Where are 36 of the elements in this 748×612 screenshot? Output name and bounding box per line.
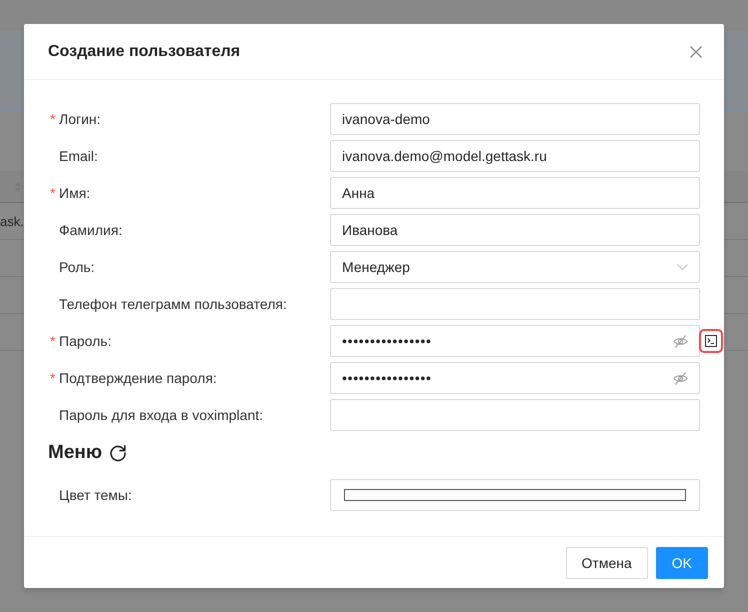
close-button[interactable] — [689, 44, 703, 58]
required-mark: * — [50, 112, 56, 126]
text-input[interactable]: ivanova-demo — [330, 103, 700, 135]
text-input[interactable] — [330, 288, 700, 320]
field-label: Подтверждение пароля: — [59, 370, 217, 386]
swatch-picker-field[interactable] — [330, 479, 700, 511]
text-input[interactable] — [330, 399, 700, 431]
dialog-title: Создание пользователя — [48, 42, 240, 60]
refresh-icon[interactable] — [109, 444, 128, 462]
field-label: Имя: — [59, 185, 90, 201]
footer-button[interactable]: Отмена — [566, 547, 648, 579]
required-mark: * — [50, 334, 56, 348]
terminal-icon — [705, 335, 717, 347]
text-input[interactable]: ivanova.demo@model.gettask.ru — [330, 140, 700, 172]
field-label: Логин: — [59, 111, 101, 127]
field-label: Пароль для входа в voximplant: — [59, 407, 264, 423]
select-field[interactable]: Менеджер — [330, 251, 700, 283]
required-mark: * — [50, 371, 56, 385]
field-label: Email: — [59, 148, 98, 164]
required-mark: * — [50, 186, 56, 200]
table-cell: ask. — [0, 214, 24, 228]
eye-slash-icon[interactable] — [673, 372, 688, 384]
field-label: Пароль: — [59, 333, 112, 349]
terminal-button[interactable] — [699, 329, 723, 353]
caret-icon — [677, 264, 688, 270]
field-label: Фамилия: — [59, 222, 122, 238]
password-input[interactable]: •••••••••••••••• — [330, 362, 700, 394]
close-icon — [690, 46, 702, 58]
eye-slash-icon[interactable] — [673, 334, 688, 348]
field-label: Цвет темы: — [59, 487, 132, 503]
text-input[interactable]: Анна — [330, 177, 700, 209]
field-label: Телефон телеграмм пользователя: — [59, 296, 287, 312]
text-input[interactable]: Иванова — [330, 214, 700, 246]
section-heading: Меню — [48, 442, 102, 464]
password-input[interactable]: •••••••••••••••• — [330, 325, 700, 357]
field-label: Роль: — [59, 259, 95, 275]
